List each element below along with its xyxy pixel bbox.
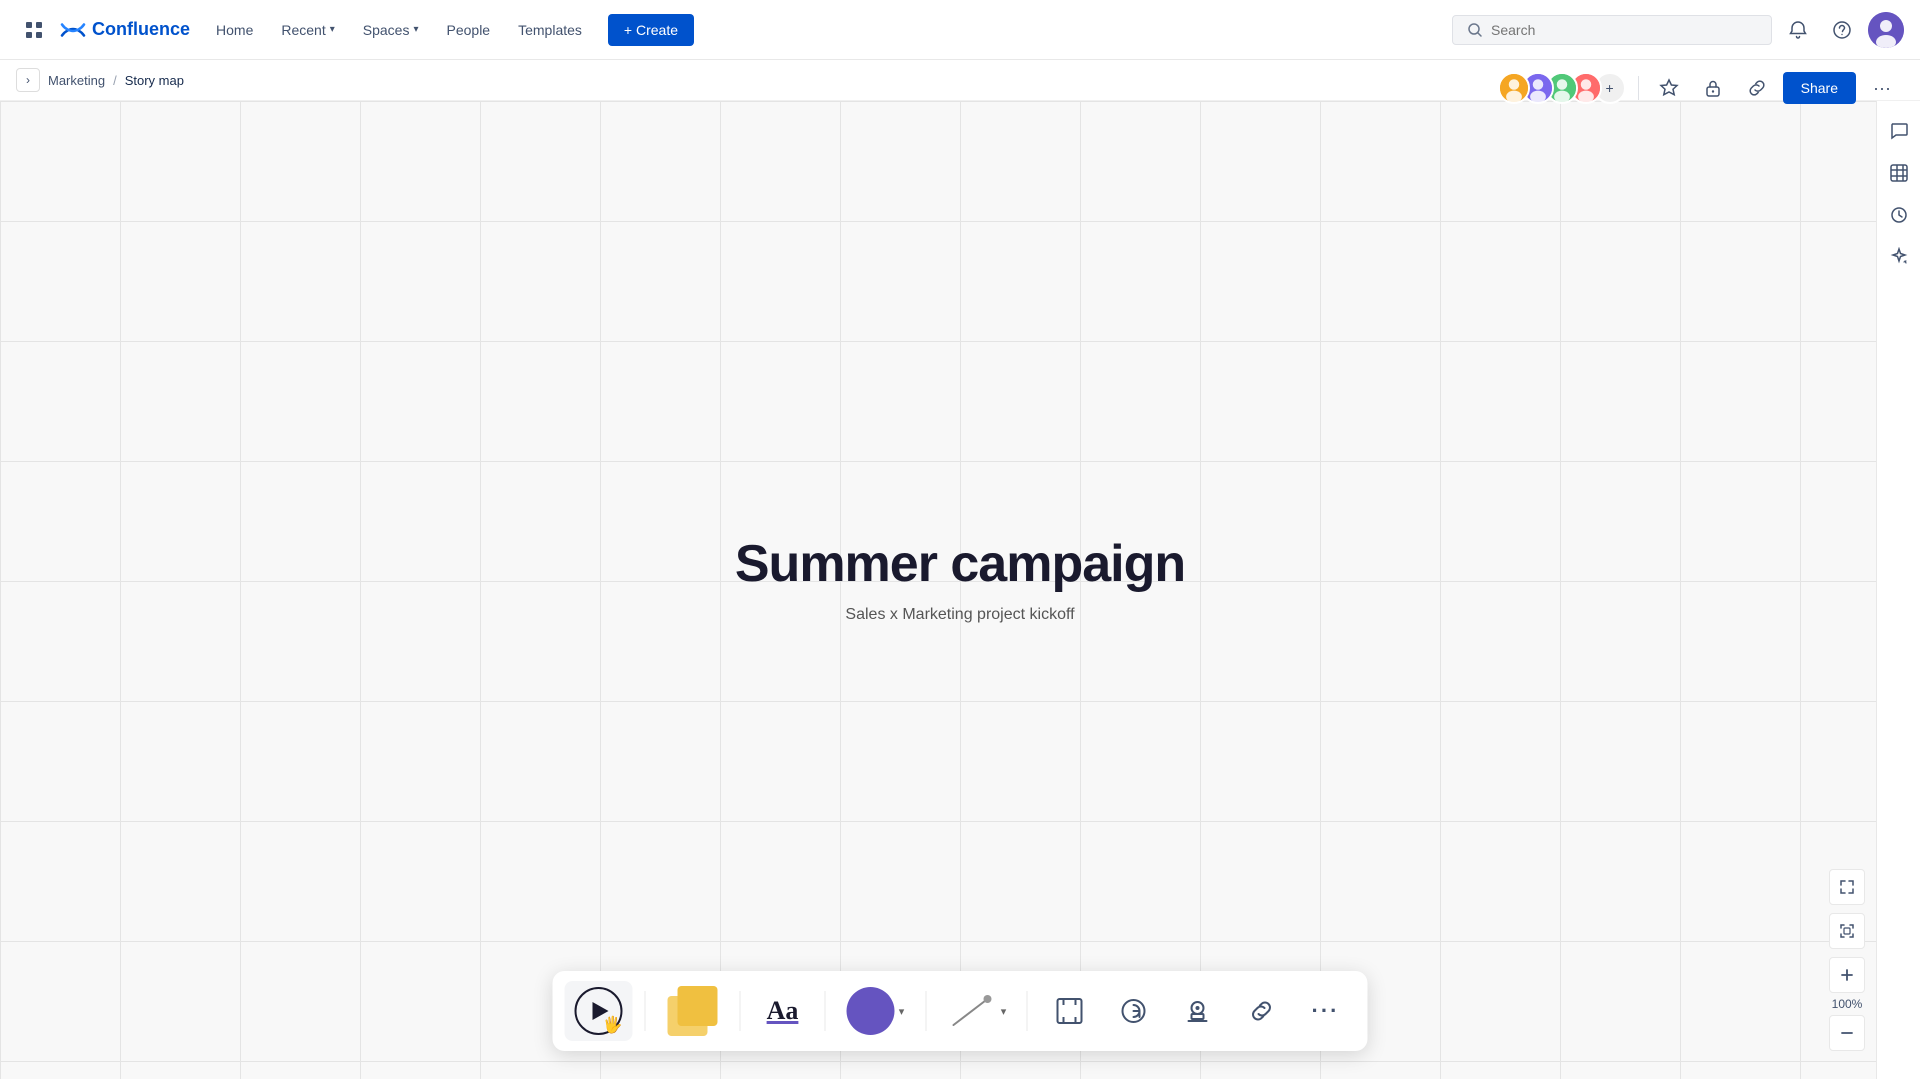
nav-recent[interactable]: Recent ▾: [271, 16, 344, 44]
link-copy-button[interactable]: [1739, 70, 1775, 106]
sticker-tool-icon: [1120, 997, 1148, 1025]
zoom-controls: 100%: [1829, 869, 1865, 1051]
stamp-tool-icon: [1184, 997, 1212, 1025]
stamp-tool[interactable]: [1168, 981, 1228, 1041]
confluence-logo[interactable]: Confluence: [60, 17, 190, 43]
bottom-toolbar: 🖐 Aa ▾: [553, 971, 1368, 1051]
more-tools-button[interactable]: ···: [1296, 981, 1356, 1041]
canvas-center-content: Summer campaign Sales x Marketing projec…: [735, 534, 1185, 624]
link-tool[interactable]: [1232, 981, 1292, 1041]
zoom-level-label: 100%: [1832, 997, 1863, 1011]
right-sidebar: [1876, 101, 1920, 1079]
link-tool-icon: [1248, 997, 1276, 1025]
search-icon: [1467, 22, 1483, 38]
sticky-front-note: [678, 986, 718, 1026]
canvas-area[interactable]: Summer campaign Sales x Marketing projec…: [0, 101, 1920, 1079]
toolbar-divider-5: [1027, 991, 1028, 1031]
fit-to-screen-button[interactable]: [1829, 869, 1865, 905]
nav-people[interactable]: People: [437, 16, 501, 44]
nav-templates[interactable]: Templates: [508, 16, 592, 44]
confluence-wordmark: Confluence: [92, 19, 190, 40]
sidebar-toggle[interactable]: ›: [16, 68, 40, 92]
star-button[interactable]: [1651, 70, 1687, 106]
play-tool-button[interactable]: 🖐: [565, 981, 633, 1041]
create-button[interactable]: + Create: [608, 14, 694, 46]
line-dropdown-arrow[interactable]: ▾: [1001, 1005, 1007, 1018]
canvas-subtitle: Sales x Marketing project kickoff: [735, 606, 1185, 624]
frame-tool[interactable]: [1040, 981, 1100, 1041]
collaborators-list: +: [1498, 72, 1626, 104]
breadcrumb-current: Story map: [125, 73, 184, 88]
sticky-note-icon: [668, 986, 718, 1036]
comment-tool[interactable]: [1881, 113, 1917, 149]
history-tool[interactable]: [1881, 197, 1917, 233]
table-tool[interactable]: [1881, 155, 1917, 191]
breadcrumb-parent[interactable]: Marketing: [48, 73, 105, 88]
search-box[interactable]: [1452, 15, 1772, 45]
sticky-note-tool[interactable]: [658, 981, 728, 1041]
collaborator-avatar-1[interactable]: [1498, 72, 1530, 104]
frame-tool-icon: [1056, 997, 1084, 1025]
page-header-right: + Share ···: [1498, 70, 1900, 106]
text-tool-icon: Aa: [767, 996, 799, 1026]
nav-spaces[interactable]: Spaces ▾: [353, 16, 429, 44]
toolbar-divider-2: [740, 991, 741, 1031]
search-input[interactable]: [1491, 22, 1757, 38]
nav-home[interactable]: Home: [206, 16, 263, 44]
fit-content-button[interactable]: [1829, 913, 1865, 949]
zoom-in-button[interactable]: [1829, 957, 1865, 993]
text-tool[interactable]: Aa: [753, 981, 813, 1041]
nav-right-area: [1452, 12, 1904, 48]
spaces-chevron-icon: ▾: [413, 24, 418, 35]
line-tool[interactable]: ▾: [939, 981, 1015, 1041]
recent-chevron-icon: ▾: [330, 24, 335, 35]
toolbar-divider-1: [645, 991, 646, 1031]
notifications-button[interactable]: [1780, 12, 1816, 48]
magic-tool[interactable]: [1881, 239, 1917, 275]
shape-circle-icon: [847, 987, 895, 1035]
share-button[interactable]: Share: [1783, 72, 1856, 104]
top-navigation: Confluence Home Recent ▾ Spaces ▾ People…: [0, 0, 1920, 60]
sticker-tool[interactable]: [1104, 981, 1164, 1041]
breadcrumb-separator: /: [113, 73, 117, 88]
header-divider-1: [1638, 76, 1639, 100]
toolbar-divider-3: [825, 991, 826, 1031]
more-tools-icon: ···: [1312, 998, 1340, 1024]
lock-button[interactable]: [1695, 70, 1731, 106]
help-button[interactable]: [1824, 12, 1860, 48]
user-avatar[interactable]: [1868, 12, 1904, 48]
line-tool-icon: [948, 987, 996, 1035]
hand-cursor-icon: 🖐: [603, 1015, 623, 1035]
shape-dropdown-arrow[interactable]: ▾: [899, 1005, 905, 1018]
toolbar-divider-4: [926, 991, 927, 1031]
zoom-out-button[interactable]: [1829, 1015, 1865, 1051]
canvas-title: Summer campaign: [735, 534, 1185, 594]
apps-button[interactable]: [16, 12, 52, 48]
shape-tool[interactable]: ▾: [838, 981, 914, 1041]
